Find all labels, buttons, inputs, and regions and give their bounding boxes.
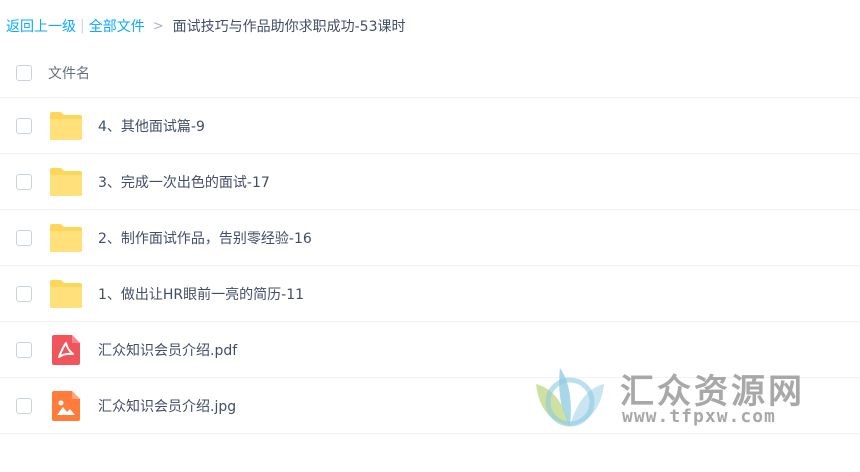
row-checkbox[interactable] (16, 285, 32, 302)
file-row[interactable]: 4、其他面试篇-9 (0, 98, 860, 154)
file-name[interactable]: 汇众知识会员介绍.pdf (98, 340, 237, 360)
folder-icon (50, 279, 82, 308)
file-name[interactable]: 4、其他面试篇-9 (98, 116, 205, 136)
file-row[interactable]: 汇众知识会员介绍.jpg (0, 378, 860, 434)
pdf-icon (52, 334, 80, 365)
file-name[interactable]: 2、制作面试作品，告别零经验-16 (98, 228, 312, 248)
file-name[interactable]: 3、完成一次出色的面试-17 (98, 172, 270, 192)
file-list-header: 文件名 (0, 48, 860, 98)
folder-icon (50, 223, 82, 252)
file-row[interactable]: 3、完成一次出色的面试-17 (0, 154, 860, 210)
chevron-right-icon: > (152, 18, 164, 34)
folder-icon (50, 167, 82, 196)
breadcrumb: 返回上一级 | 全部文件 > 面试技巧与作品助你求职成功-53课时 (6, 16, 406, 36)
image-icon (52, 390, 80, 421)
breadcrumb-separator: | (80, 18, 85, 34)
row-checkbox[interactable] (16, 173, 32, 190)
file-row[interactable]: 汇众知识会员介绍.pdf (0, 322, 860, 378)
file-list: 文件名 4、其他面试篇-9 3、完成一次出色的面试-17 2、制作面试作品，告别… (0, 48, 860, 434)
row-checkbox[interactable] (16, 229, 32, 246)
back-link[interactable]: 返回上一级 (6, 16, 76, 36)
folder-icon (50, 111, 82, 140)
column-header-filename: 文件名 (48, 65, 90, 82)
file-row[interactable]: 2、制作面试作品，告别零经验-16 (0, 210, 860, 266)
select-all-checkbox[interactable] (16, 64, 32, 81)
row-checkbox[interactable] (16, 341, 32, 358)
row-checkbox[interactable] (16, 397, 32, 414)
file-name[interactable]: 汇众知识会员介绍.jpg (98, 396, 236, 416)
file-name[interactable]: 1、做出让HR眼前一亮的简历-11 (98, 284, 304, 304)
file-row[interactable]: 1、做出让HR眼前一亮的简历-11 (0, 266, 860, 322)
all-files-link[interactable]: 全部文件 (89, 16, 145, 36)
current-folder-title: 面试技巧与作品助你求职成功-53课时 (172, 19, 406, 35)
row-checkbox[interactable] (16, 117, 32, 134)
